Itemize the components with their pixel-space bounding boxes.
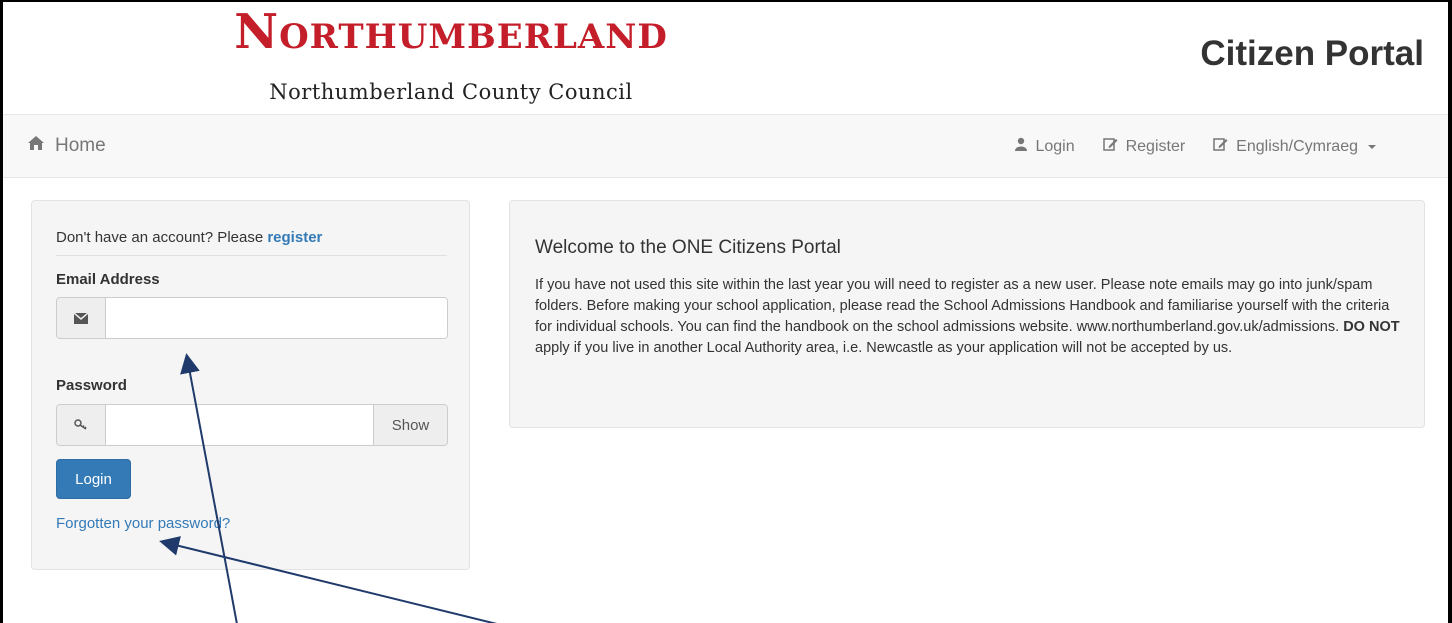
nav-language-label: English/Cymraeg [1236,137,1358,155]
nav-language-dropdown[interactable]: English/Cymraeg [1213,137,1376,156]
nav-home-label: Home [55,135,106,156]
home-icon [27,135,45,157]
user-icon [1015,137,1028,156]
welcome-body: If you have not used this site within th… [535,275,1405,359]
no-account-text: Don't have an account? Please register [56,229,322,246]
portal-title: Citizen Portal [1200,34,1424,73]
council-logo-subtitle: Northumberland County Council [269,80,633,104]
welcome-body-text-2: apply if you live in another Local Autho… [535,340,1233,356]
nav-login-link[interactable]: Login [1015,137,1075,156]
no-account-label: Don't have an account? Please [56,229,268,246]
edit-icon [1102,137,1118,156]
email-field[interactable] [106,298,447,338]
password-label: Password [56,377,127,394]
key-icon [57,405,106,445]
password-input-group: Show [56,404,448,446]
welcome-panel: Welcome to the ONE Citizens Portal If yo… [509,200,1425,428]
password-field[interactable] [106,405,373,445]
caret-down-icon [1368,144,1376,149]
site-header: Northumberland Northumberland County Cou… [3,2,1448,114]
nav-right-menu: Login Register English/Cymraeg [1015,137,1376,156]
nav-home-link[interactable]: Home [27,135,106,157]
divider [56,255,447,256]
email-label: Email Address [56,271,160,288]
show-password-button[interactable]: Show [373,405,447,445]
edit-icon [1213,137,1228,156]
welcome-body-text-1: If you have not used this site within th… [535,277,1390,335]
welcome-body-bold: DO NOT [1343,319,1400,335]
page-frame: Northumberland Northumberland County Cou… [3,2,1448,623]
register-link[interactable]: register [267,229,322,246]
login-button[interactable]: Login [56,459,131,499]
nav-register-link[interactable]: Register [1102,137,1186,156]
council-logo[interactable]: Northumberland [201,4,701,60]
envelope-icon [57,298,106,338]
email-input-group [56,297,448,339]
nav-register-label: Register [1125,137,1186,155]
navbar: Home Login Register English/Cymraeg [3,114,1448,178]
welcome-title: Welcome to the ONE Citizens Portal [535,237,841,258]
nav-login-label: Login [1035,137,1075,155]
forgot-password-link[interactable]: Forgotten your password? [56,515,230,532]
login-panel: Don't have an account? Please register E… [31,200,470,570]
